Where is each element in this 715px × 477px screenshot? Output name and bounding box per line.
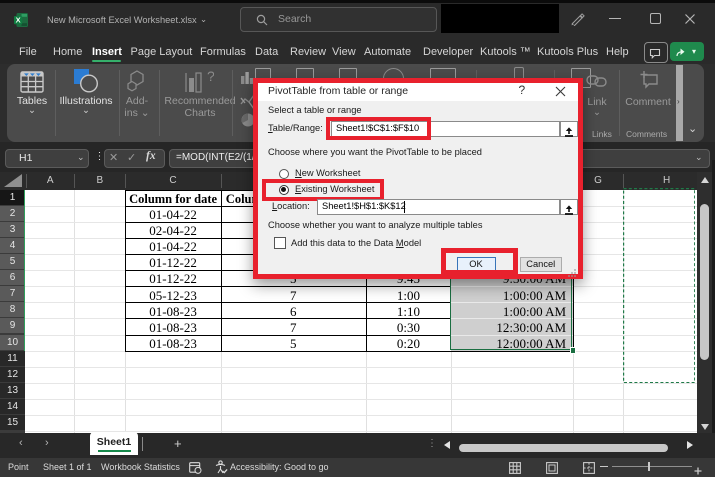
svg-text:X: X (16, 16, 21, 25)
svg-text:?: ? (207, 69, 214, 84)
